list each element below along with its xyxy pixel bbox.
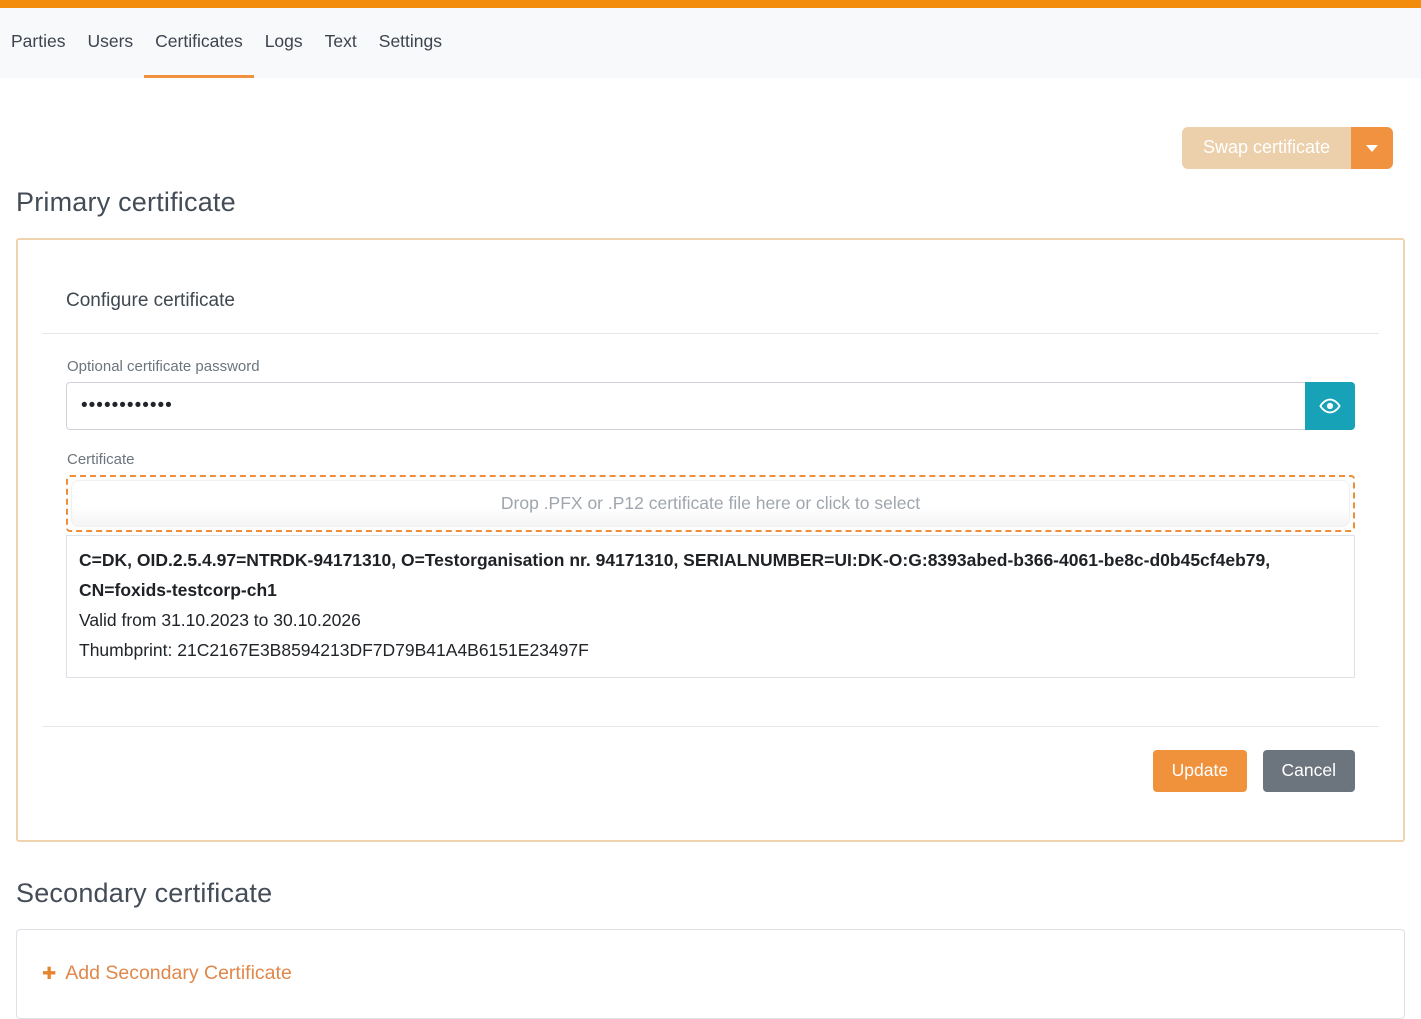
certificate-thumbprint: Thumbprint: 21C2167E3B8594213DF7D79B41A4… xyxy=(79,635,1342,665)
certificate-label: Certificate xyxy=(67,451,1355,468)
configure-certificate-title: Configure certificate xyxy=(42,240,1379,334)
plus-icon: ✚ xyxy=(42,965,56,982)
cancel-button[interactable]: Cancel xyxy=(1263,750,1355,792)
certificate-dropzone-text: Drop .PFX or .P12 certificate file here … xyxy=(71,480,1350,527)
certificate-dropzone[interactable]: Drop .PFX or .P12 certificate file here … xyxy=(66,475,1355,532)
caret-down-icon xyxy=(1366,145,1378,152)
brand-top-bar xyxy=(0,0,1421,8)
nav-tab-users[interactable]: Users xyxy=(76,8,144,78)
password-input-group xyxy=(66,382,1355,430)
primary-certificate-panel: Configure certificate Optional certifica… xyxy=(16,238,1405,842)
add-secondary-certificate-button[interactable]: ✚ Add Secondary Certificate xyxy=(42,962,292,985)
update-button[interactable]: Update xyxy=(1153,750,1247,792)
main-navigation: Parties Users Certificates Logs Text Set… xyxy=(0,8,1421,78)
certificate-toolbar: Swap certificate xyxy=(0,127,1393,169)
certificate-password-input[interactable] xyxy=(66,382,1305,430)
show-password-button[interactable] xyxy=(1305,382,1355,430)
nav-tab-settings[interactable]: Settings xyxy=(368,8,453,78)
nav-tab-text[interactable]: Text xyxy=(314,8,368,78)
swap-certificate-split-button: Swap certificate xyxy=(1182,127,1393,169)
nav-tab-certificates[interactable]: Certificates xyxy=(144,8,254,78)
nav-tabs: Parties Users Certificates Logs Text Set… xyxy=(0,8,453,78)
certificate-form: Optional certificate password Certificat… xyxy=(66,358,1355,678)
swap-certificate-button[interactable]: Swap certificate xyxy=(1182,127,1351,169)
primary-certificate-heading: Primary certificate xyxy=(16,187,1405,218)
nav-tab-logs[interactable]: Logs xyxy=(254,8,314,78)
eye-icon xyxy=(1319,395,1341,417)
certificate-validity: Valid from 31.10.2023 to 30.10.2026 xyxy=(79,605,1342,635)
secondary-certificate-box: ✚ Add Secondary Certificate xyxy=(16,929,1405,1019)
add-secondary-certificate-label: Add Secondary Certificate xyxy=(65,962,292,985)
certificate-subject: C=DK, OID.2.5.4.97=NTRDK-94171310, O=Tes… xyxy=(79,545,1342,605)
nav-tab-parties[interactable]: Parties xyxy=(0,8,76,78)
password-label: Optional certificate password xyxy=(67,358,1355,375)
panel-footer: Update Cancel xyxy=(42,727,1379,840)
swap-certificate-dropdown-toggle[interactable] xyxy=(1351,127,1393,169)
secondary-certificate-heading: Secondary certificate xyxy=(16,878,1405,909)
certificate-details-box: C=DK, OID.2.5.4.97=NTRDK-94171310, O=Tes… xyxy=(66,535,1355,678)
